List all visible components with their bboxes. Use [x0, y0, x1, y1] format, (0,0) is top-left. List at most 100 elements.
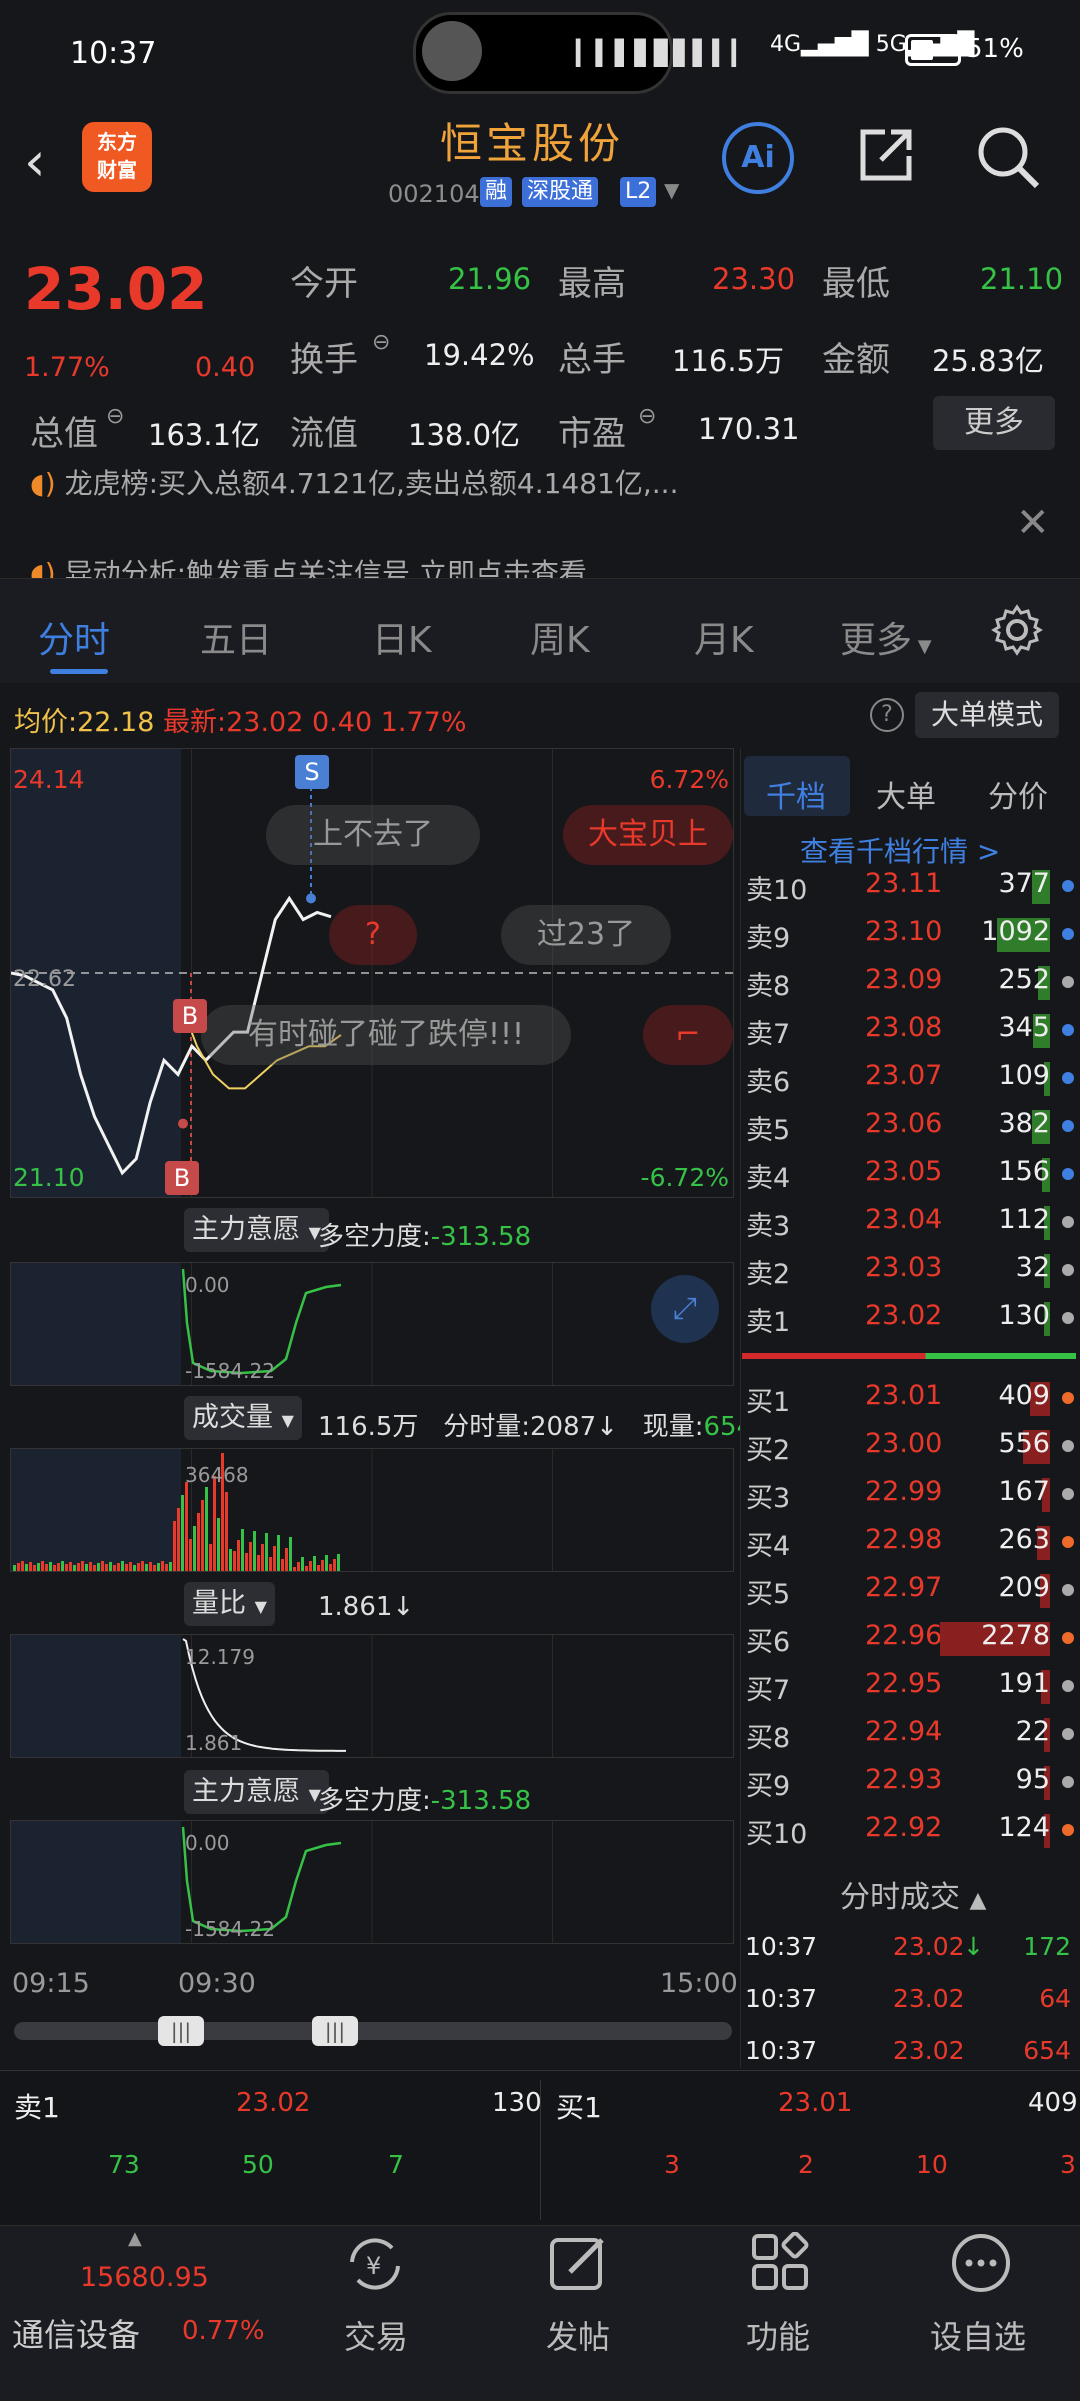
buy-marker[interactable]: B: [173, 999, 207, 1033]
bid-row[interactable]: 买8 22.94 22: [740, 1710, 1080, 1758]
range-handle-right[interactable]: |||: [312, 2016, 358, 2046]
indicator-select[interactable]: 主力意愿 ▼: [184, 1208, 329, 1252]
share-icon[interactable]: [855, 124, 917, 186]
strip-buy-queue: 2: [798, 2150, 814, 2179]
ask-row[interactable]: 卖7 23.08 345: [740, 1006, 1080, 1054]
ticks-header[interactable]: 分时成交 ▲: [840, 1872, 986, 1916]
level-price: 23.05: [865, 1156, 943, 1187]
indicator2-panel[interactable]: 0.00 -1584.22: [10, 1820, 734, 1944]
indicator-select[interactable]: 主力意愿 ▼: [184, 1770, 329, 1814]
latest-label: 最新: [163, 707, 217, 738]
ask-row[interactable]: 卖5 23.06 382: [740, 1102, 1080, 1150]
trade-icon[interactable]: ¥: [340, 2232, 410, 2296]
ask-row[interactable]: 卖6 23.07 109: [740, 1054, 1080, 1102]
volume-bar: [17, 1563, 20, 1571]
expand-icon[interactable]: ⤢: [651, 1275, 719, 1343]
more-dots-icon[interactable]: [950, 2232, 1012, 2294]
settings-gear-icon[interactable]: [990, 603, 1044, 657]
bid-row[interactable]: 买10 22.92 124: [740, 1806, 1080, 1854]
level-dot: [1062, 1072, 1074, 1084]
latest-value: :23.02: [217, 707, 304, 738]
bid-row[interactable]: 买9 22.93 95: [740, 1758, 1080, 1806]
bid-row[interactable]: 买7 22.95 191: [740, 1662, 1080, 1710]
volume-bar: [69, 1562, 72, 1571]
price-chart-panel[interactable]: 24.14 6.72% 21.10 -6.72% 22.62 上不去了 大宝贝上…: [10, 748, 734, 1198]
volume-bar: [153, 1565, 156, 1571]
volume-bar: [213, 1476, 216, 1571]
expand-up-icon[interactable]: ▲: [128, 2228, 142, 2249]
stock-name[interactable]: 恒宝股份: [440, 110, 624, 171]
post-icon[interactable]: [548, 2232, 608, 2292]
time-axis-open: 09:30: [178, 1968, 256, 1999]
info-icon[interactable]: ⊖: [106, 404, 124, 429]
tick-time: 10:37: [745, 1932, 818, 1961]
ratio-panel[interactable]: 12.179 1.861: [10, 1634, 734, 1758]
tab-day-k[interactable]: 日K: [372, 611, 432, 663]
big-order-mode-button[interactable]: 大单模式: [915, 692, 1059, 738]
tab-month-k[interactable]: 月K: [694, 611, 754, 663]
tab-more[interactable]: 更多 ▼: [840, 611, 932, 663]
comment-bubble-icon[interactable]: ⌐: [643, 1005, 733, 1065]
tab-week-k[interactable]: 周K: [530, 611, 590, 663]
comment-bubble[interactable]: 上不去了: [266, 805, 480, 865]
bid-row[interactable]: 买6 22.96 2278: [740, 1614, 1080, 1662]
sector-name[interactable]: 通信设备: [12, 2310, 140, 2356]
volume-select[interactable]: 成交量 ▼: [184, 1396, 302, 1440]
notice-dragon-tiger[interactable]: ◖) 龙虎榜:买入总额4.7121亿,卖出总额4.1481亿,...: [30, 462, 678, 502]
comment-bubble[interactable]: ?: [329, 905, 417, 965]
ask-row[interactable]: 卖1 23.02 130: [740, 1294, 1080, 1342]
level-dot: [1062, 1632, 1074, 1644]
tab-thousand-levels[interactable]: 千档: [766, 772, 826, 816]
volume-bar: [189, 1539, 192, 1571]
ask-row[interactable]: 卖8 23.09 252: [740, 958, 1080, 1006]
range-handle-left[interactable]: |||: [158, 2016, 204, 2046]
strip-sell-volume: 130: [492, 2088, 542, 2118]
sell-marker[interactable]: S: [295, 755, 329, 789]
more-button[interactable]: 更多: [933, 396, 1055, 450]
ratio-select[interactable]: 量比 ▼: [184, 1582, 275, 1626]
search-icon[interactable]: [975, 124, 1041, 190]
nav-trade[interactable]: 交易: [344, 2312, 408, 2358]
nav-post[interactable]: 发帖: [546, 2312, 610, 2358]
bid-row[interactable]: 买4 22.98 263: [740, 1518, 1080, 1566]
help-icon[interactable]: ?: [870, 698, 904, 732]
ask-row[interactable]: 卖9 23.10 1092: [740, 910, 1080, 958]
functions-icon[interactable]: [750, 2232, 810, 2292]
ask-row[interactable]: 卖4 23.05 156: [740, 1150, 1080, 1198]
tab-price-dist[interactable]: 分价: [988, 772, 1048, 816]
ask-row[interactable]: 卖10 23.11 377: [740, 862, 1080, 910]
volume-bar: [65, 1564, 68, 1571]
close-icon[interactable]: ✕: [1016, 500, 1050, 546]
speaker-icon: ◖): [30, 467, 56, 500]
strip-sell-label: 卖1: [14, 2091, 60, 2124]
back-icon[interactable]: ‹: [24, 130, 46, 193]
ask-row[interactable]: 卖3 23.04 112: [740, 1198, 1080, 1246]
info-icon[interactable]: ⊖: [372, 330, 390, 355]
tag-margin: 融: [480, 177, 513, 207]
bid-row[interactable]: 买5 22.97 209: [740, 1566, 1080, 1614]
indicator1-panel[interactable]: 0.00 -1584.22 ⤢: [10, 1262, 734, 1386]
bid-row[interactable]: 买1 23.01 409: [740, 1374, 1080, 1422]
volume-bar: [265, 1533, 268, 1571]
bid-row[interactable]: 买3 22.99 167: [740, 1470, 1080, 1518]
tab-intraday[interactable]: 分时: [38, 611, 110, 663]
nav-functions[interactable]: 功能: [746, 2312, 810, 2358]
volume-bar: [145, 1564, 148, 1571]
info-icon[interactable]: ⊖: [638, 404, 656, 429]
comment-bubble[interactable]: 大宝贝上: [563, 805, 733, 865]
buy-marker[interactable]: B: [165, 1161, 199, 1195]
volume-bar: [149, 1562, 152, 1571]
strip-sell-price: 23.02: [236, 2088, 311, 2118]
ask-row[interactable]: 卖2 23.03 32: [740, 1246, 1080, 1294]
tab-5day[interactable]: 五日: [200, 611, 272, 663]
sector-index-value[interactable]: 15680.95: [80, 2262, 209, 2293]
comment-bubble[interactable]: 有时碰了碰了跌停!!!: [201, 1005, 571, 1065]
ai-button[interactable]: Ai: [722, 122, 794, 194]
chevron-down-icon[interactable]: ▼: [664, 178, 679, 202]
time-range-scrollbar[interactable]: [14, 2022, 732, 2040]
tab-big-orders[interactable]: 大单: [876, 772, 936, 816]
nav-add-watchlist[interactable]: 设自选: [930, 2312, 1026, 2358]
volume-panel[interactable]: 36468: [10, 1448, 734, 1572]
comment-bubble[interactable]: 过23了: [501, 905, 671, 965]
bid-row[interactable]: 买2 23.00 556: [740, 1422, 1080, 1470]
